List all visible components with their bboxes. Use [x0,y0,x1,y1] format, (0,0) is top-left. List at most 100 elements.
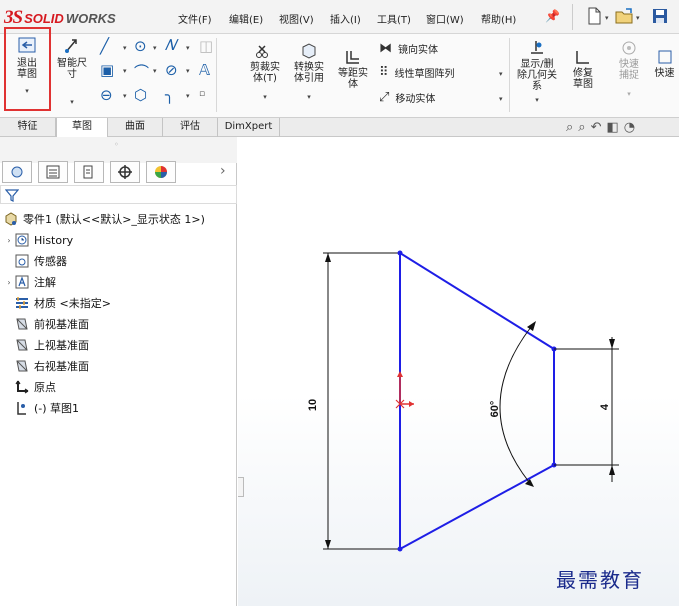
dim-height-text[interactable]: 10 [307,399,319,411]
tree-item-right-plane[interactable]: 右视基准面 [14,356,89,376]
view-orientation-icon[interactable]: ◔ [624,120,635,135]
mirror-entities-button[interactable]: ⧓ 镜向实体 [379,41,438,56]
graphics-area[interactable]: 10 60° 4 [238,137,679,606]
tree-item-label: 上视基准面 [34,339,89,352]
tab-sketch[interactable]: 草图 [56,118,108,137]
tab-property-manager[interactable] [38,161,68,183]
circle-dropdown-icon[interactable]: ▾ [153,44,157,52]
tab-dimxpert-manager[interactable] [110,161,140,183]
logo-solid: SOLID [24,10,64,26]
relations-dropdown-icon[interactable]: ▾ [515,95,559,106]
menu-help[interactable]: 帮助(H) [481,11,516,26]
tab-dimxpert[interactable]: DimXpert [218,118,280,137]
tab-evaluate[interactable]: 评估 [163,118,218,137]
quick-snap-dropdown-icon[interactable]: ▾ [609,89,649,100]
tree-item-annotations[interactable]: › 注解 [4,272,56,292]
sketch-point[interactable] [397,250,403,256]
sketch-line-bottom[interactable] [399,464,555,550]
tree-item-sketch1[interactable]: (-) 草图1 [14,398,79,418]
zoom-to-fit-icon[interactable]: ⌕ [566,120,573,135]
menu-edit[interactable]: 编辑(E) [229,11,263,26]
tree-item-history[interactable]: › History [4,230,73,250]
tree-item-top-plane[interactable]: 上视基准面 [14,335,89,355]
rectangle-icon[interactable]: ▣ [100,61,114,79]
panel-expand-arrow-icon[interactable]: › [220,163,226,179]
zoom-area-icon[interactable]: ⌕ [578,120,585,135]
ellipse-icon[interactable]: ⊘ [165,61,178,79]
arrowhead [527,321,536,331]
rectangle-dropdown-icon[interactable]: ▾ [123,67,127,75]
pattern-dropdown-icon[interactable]: ▾ [499,70,503,78]
tree-filter-bar[interactable] [0,185,237,204]
open-document-icon[interactable] [614,6,634,26]
point-icon[interactable]: ▫ [199,89,205,99]
expand-arrow-icon[interactable]: › [4,278,14,287]
sketch-text-icon[interactable]: 𝔸 [199,61,210,79]
display-delete-relations-button[interactable]: 显示/删除几何关系 ▾ [515,39,559,106]
fillet-icon[interactable]: ╮ [165,86,174,104]
origin-x-arrow [409,401,414,407]
convert-entities-button[interactable]: 转换实体引用 ▾ [288,42,330,103]
sketch-icon [17,402,26,415]
previous-view-icon[interactable]: ↶ [591,120,602,135]
tab-surfaces[interactable]: 曲面 [108,118,163,137]
new-document-icon[interactable] [584,6,604,26]
circle-icon[interactable]: ⊙ [134,37,147,55]
menu-view[interactable]: 视图(V) [279,11,314,26]
quick-snaps-button[interactable]: 快速捕捉 ▾ [609,39,649,100]
tab-feature-tree[interactable] [2,161,32,183]
sketch-line-top[interactable] [399,252,555,350]
panel-header: ◦ [0,137,237,163]
rapid-sketch-button[interactable]: 快速 [650,48,679,79]
offset-entities-button[interactable]: 等距实体 [334,48,372,90]
line-dropdown-icon[interactable]: ▾ [123,44,127,52]
sketch-canvas[interactable]: 10 60° 4 [238,137,679,606]
spline-dropdown-icon[interactable]: ▾ [186,44,190,52]
tab-features[interactable]: 特征 [0,118,56,137]
pin-icon[interactable]: 📌 [545,9,560,23]
menu-file[interactable]: 文件(F) [178,11,212,26]
sketch-point[interactable] [397,546,403,552]
tree-item-front-plane[interactable]: 前视基准面 [14,314,89,334]
open-dropdown-icon[interactable]: ▾ [636,14,640,22]
slot-icon[interactable]: ⊖ [100,86,113,104]
arc-icon[interactable]: ⌒ [134,61,149,82]
menu-window[interactable]: 窗口(W) [426,11,464,26]
slot-dropdown-icon[interactable]: ▾ [123,92,127,100]
panel-collapse-handle-icon[interactable]: ◦ [114,140,119,149]
tree-item-sensors[interactable]: 传感器 [14,251,67,271]
repair-sketch-button[interactable]: 修复草图 [563,48,603,90]
ellipse-dropdown-icon[interactable]: ▾ [186,67,190,75]
dim-angle-text[interactable]: 60° [489,401,501,418]
move-entities-button[interactable]: ⤢ 移动实体 [379,90,435,105]
smart-dimension-button[interactable]: 智能尺寸 ▾ [52,36,92,108]
trim-entities-button[interactable]: 剪裁实体(T) ▾ [245,42,285,103]
logo-works: WORKS [65,10,116,26]
menu-tools[interactable]: 工具(T) [377,11,411,26]
line-icon[interactable]: ╱ [100,37,109,55]
trim-dropdown-icon[interactable]: ▾ [245,92,285,103]
tree-item-origin[interactable]: 原点 [14,377,56,397]
spline-icon[interactable]: 𝑁 [165,36,176,54]
arc-dropdown-icon[interactable]: ▾ [153,67,157,75]
tab-configuration-manager[interactable] [74,161,104,183]
tree-root-part[interactable]: 零件1 (默认<<默认>_显示状态 1>) [3,209,205,229]
convert-entities-icon [302,43,316,59]
new-dropdown-icon[interactable]: ▾ [605,14,609,22]
section-view-icon[interactable]: ◧ [606,120,618,135]
linear-pattern-button[interactable]: ⠿ 线性草图阵列 [379,65,455,80]
tree-item-label: 材质 <未指定> [34,297,111,310]
fillet-dropdown-icon[interactable]: ▾ [186,92,190,100]
convert-dropdown-icon[interactable]: ▾ [288,92,330,103]
logo-ds: 3S [4,7,23,28]
smart-dimension-dropdown-icon[interactable]: ▾ [52,97,92,108]
polygon-icon[interactable]: ⬡ [134,86,147,104]
expand-arrow-icon[interactable]: › [4,236,14,245]
tree-item-label: (-) 草图1 [34,402,80,415]
save-icon[interactable] [650,6,670,26]
dim-right-text[interactable]: 4 [599,403,611,410]
menu-insert[interactable]: 插入(I) [330,11,361,26]
tab-display-manager[interactable] [146,161,176,183]
tree-item-material[interactable]: 材质 <未指定> [14,293,111,313]
move-dropdown-icon[interactable]: ▾ [499,95,503,103]
